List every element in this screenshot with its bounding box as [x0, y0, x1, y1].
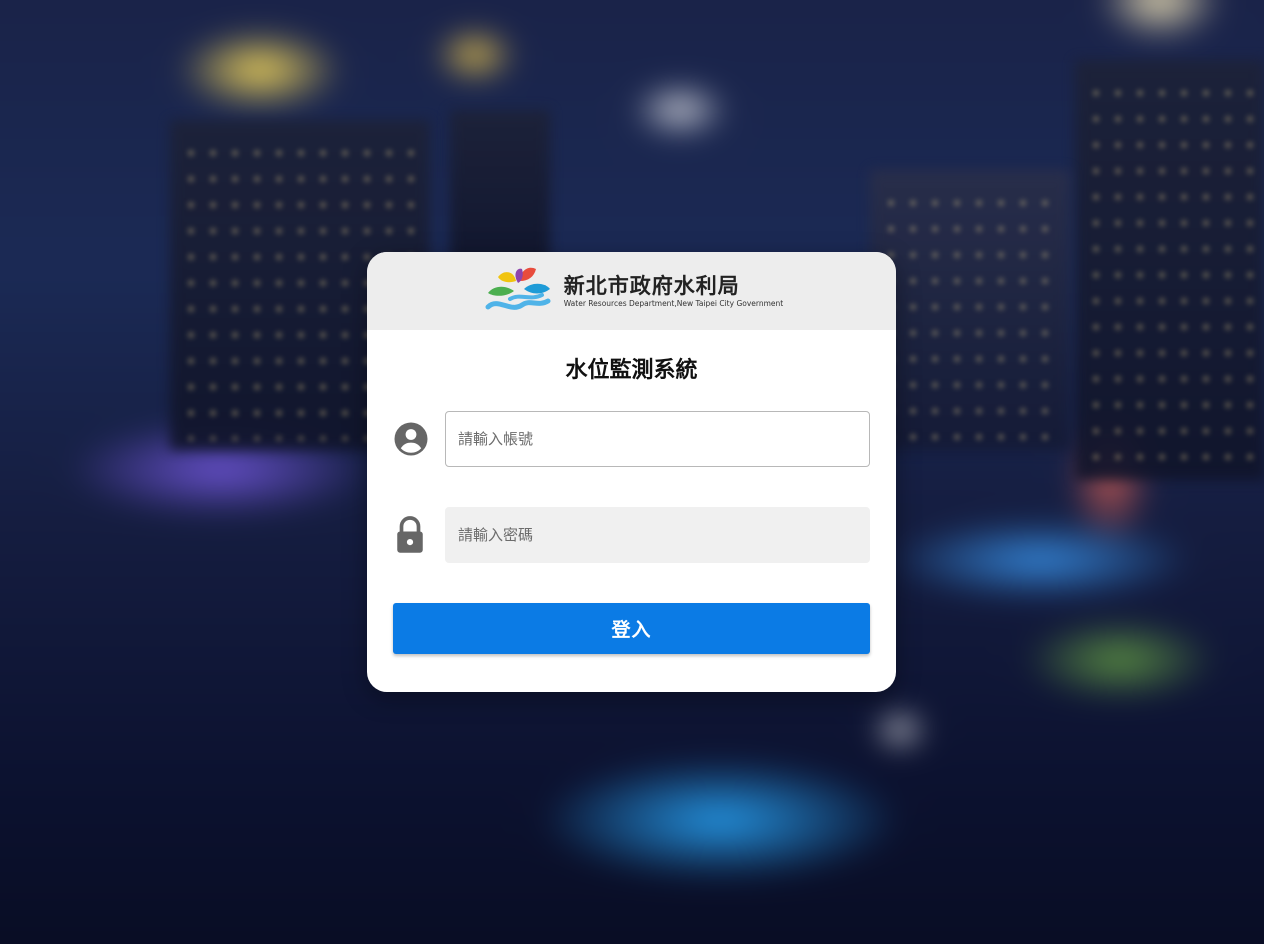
- lock-icon: [393, 507, 445, 563]
- account-circle-icon: [393, 411, 445, 467]
- card-header: 新北市政府水利局 Water Resources Department,New …: [367, 252, 896, 330]
- organization-logo: 新北市政府水利局 Water Resources Department,New …: [480, 263, 783, 319]
- organization-name-zh: 新北市政府水利局: [563, 274, 740, 298]
- login-card: 新北市政府水利局 Water Resources Department,New …: [367, 252, 896, 692]
- login-page: 新北市政府水利局 Water Resources Department,New …: [0, 0, 1264, 944]
- username-input[interactable]: [445, 411, 870, 467]
- background-lights: [880, 190, 1060, 440]
- password-input[interactable]: [445, 507, 870, 563]
- system-title: 水位監測系統: [565, 358, 698, 383]
- logo-emblem-icon: [485, 267, 551, 310]
- login-button[interactable]: 登入: [393, 603, 870, 654]
- logo-text: 新北市政府水利局 Water Resources Department,New …: [564, 273, 783, 309]
- background-lights: [1085, 80, 1255, 460]
- organization-name-en: Water Resources Department,New Taipei Ci…: [563, 299, 784, 308]
- username-row: [393, 411, 870, 467]
- password-row: [393, 507, 870, 563]
